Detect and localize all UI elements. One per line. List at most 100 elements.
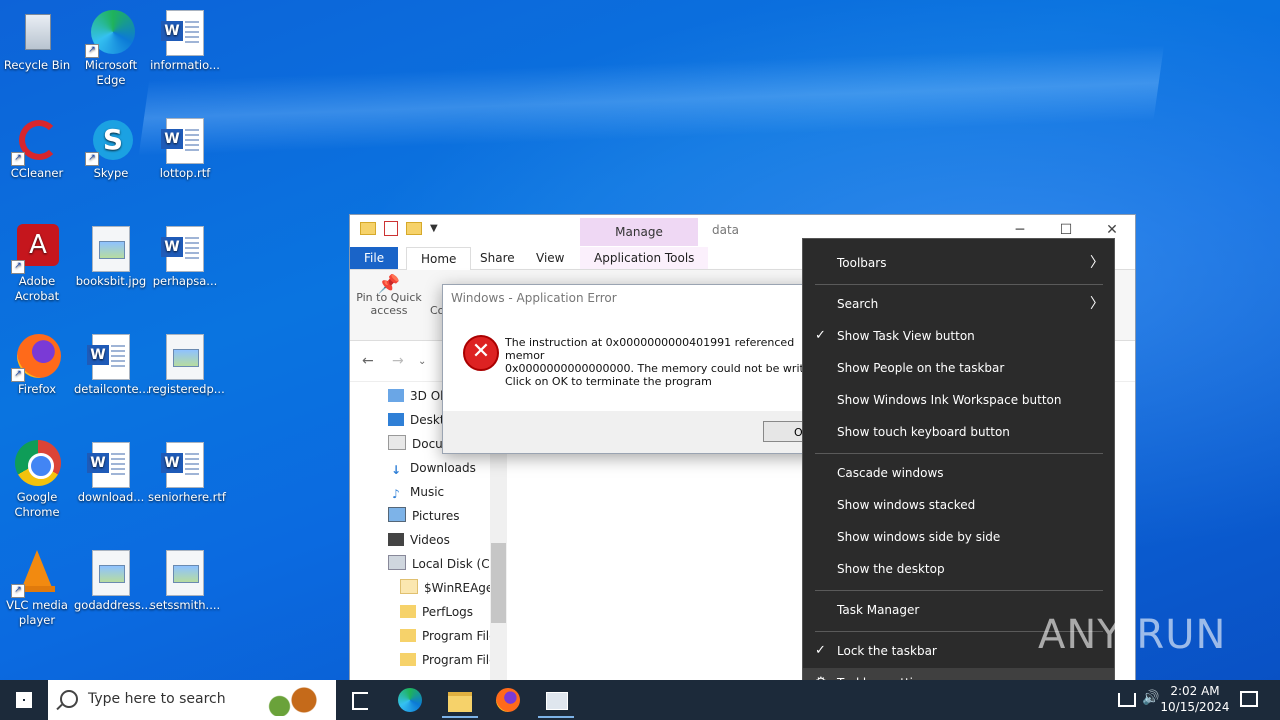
desktop-icon-informatio[interactable]: W informatio... xyxy=(148,8,222,73)
desktop-folder-icon xyxy=(388,413,404,426)
tab-file[interactable]: File xyxy=(350,247,399,269)
word-document-icon: W xyxy=(161,10,204,56)
window-title: data xyxy=(712,223,740,237)
desktop-icon-adobe-acrobat[interactable]: A ↗ Adobe Acrobat xyxy=(0,224,74,304)
start-button[interactable] xyxy=(0,680,48,720)
firefox-taskbar-icon[interactable] xyxy=(496,688,520,712)
menu-item-show-touch-keyboard[interactable]: Show touch keyboard button xyxy=(803,417,1114,447)
menu-item-show-people[interactable]: Show People on the taskbar xyxy=(803,353,1114,383)
taskbar[interactable]: Type here to search 🔊 2:02 AM 10/15/2024 xyxy=(0,680,1280,720)
pin-to-quick-access-button[interactable]: 📌 Pin to Quick access xyxy=(356,276,422,318)
desktop-icon-google-chrome[interactable]: Google Chrome xyxy=(0,440,74,520)
desktop-icon-label: Skype xyxy=(93,166,129,180)
desktop-icon-edge[interactable]: ↗ Microsoft Edge xyxy=(74,8,148,88)
word-document-icon: W xyxy=(161,442,204,488)
desktop-icon-booksbit[interactable]: booksbit.jpg xyxy=(74,224,148,289)
menu-item-show-desktop[interactable]: Show the desktop xyxy=(803,554,1114,584)
tree-item-3d-objects[interactable]: 3D Ob xyxy=(388,385,448,407)
tree-item-perflogs[interactable]: PerfLogs xyxy=(400,601,473,623)
desktop-icon-label: Recycle Bin xyxy=(3,58,71,72)
desktop-icon-label: booksbit.jpg xyxy=(75,274,147,288)
desktop-icon-registeredp[interactable]: registeredp... xyxy=(148,332,225,397)
desktop-icon-recycle-bin[interactable]: Recycle Bin xyxy=(0,8,74,73)
menu-item-label: Show People on the taskbar xyxy=(837,361,1005,375)
tab-home[interactable]: Home xyxy=(406,247,472,270)
tree-item-pictures[interactable]: Pictures xyxy=(388,505,460,527)
network-icon[interactable] xyxy=(1118,693,1136,707)
desktop-icon-seniorhere[interactable]: W seniorhere.rtf xyxy=(148,440,226,505)
tree-item-label: Videos xyxy=(410,533,450,547)
edge-taskbar-icon[interactable] xyxy=(398,688,422,712)
dialog-message-line1: The instruction at 0x0000000000401991 re… xyxy=(505,336,795,362)
notifications-icon[interactable] xyxy=(1240,691,1258,707)
desktop-icon-label: seniorhere.rtf xyxy=(148,490,226,504)
menu-item-windows-side-by-side[interactable]: Show windows side by side xyxy=(803,522,1114,552)
desktop-icon-godaddress[interactable]: godaddress... xyxy=(74,548,152,613)
anyrun-watermark: ANY RUN xyxy=(1038,612,1227,658)
menu-item-search[interactable]: Search 〉 xyxy=(803,289,1114,319)
firefox-icon: ↗ xyxy=(11,332,61,382)
tray-clock[interactable]: 2:02 AM 10/15/2024 xyxy=(1160,683,1230,715)
dialog-instruction: Click on OK to terminate the program xyxy=(505,375,712,388)
documents-icon xyxy=(388,435,406,450)
desktop-icon-setssmith[interactable]: setssmith.... xyxy=(148,548,222,613)
back-arrow-icon[interactable]: ← xyxy=(362,353,374,369)
properties-icon[interactable] xyxy=(384,221,398,236)
3d-objects-icon xyxy=(388,389,404,402)
search-placeholder: Type here to search xyxy=(88,691,226,707)
tree-item-downloads[interactable]: ↓ Downloads xyxy=(388,457,476,479)
tree-item-program-files-x86[interactable]: Program Files xyxy=(400,649,503,671)
desktop-icon-label: detailconte... xyxy=(74,382,150,396)
desktop-icon-perhapsa[interactable]: W perhapsa... xyxy=(148,224,222,289)
desktop-icon-firefox[interactable]: ↗ Firefox xyxy=(0,332,74,397)
desktop-icon-skype[interactable]: S ↗ Skype xyxy=(74,116,148,181)
tree-item-music[interactable]: ♪ Music xyxy=(388,481,444,503)
desktop-icon-ccleaner[interactable]: ↗ CCleaner xyxy=(0,116,74,181)
manage-context-tab[interactable]: Manage xyxy=(580,218,698,246)
application-error-dialog[interactable]: Windows - Application Error ✕ The instru… xyxy=(442,284,844,454)
tree-item-label: PerfLogs xyxy=(422,605,474,619)
menu-item-cascade-windows[interactable]: Cascade windows xyxy=(803,458,1114,488)
tab-share[interactable]: Share xyxy=(466,247,529,269)
menu-separator xyxy=(815,284,1103,285)
menu-item-label: Show windows side by side xyxy=(837,530,1001,544)
desktop-icon-detailconte[interactable]: W detailconte... xyxy=(74,332,150,397)
menu-item-label: Show Windows Ink Workspace button xyxy=(837,393,1062,407)
desktop-icon-label: setssmith.... xyxy=(149,598,221,612)
scrollbar-thumb[interactable] xyxy=(491,543,506,623)
tree-item-local-disk[interactable]: Local Disk (C:) xyxy=(388,553,498,575)
desktop-icon-vlc[interactable]: ↗ VLC media player xyxy=(0,548,74,628)
pin-label: Pin to Quick access xyxy=(356,291,422,317)
ccleaner-icon: ↗ xyxy=(11,116,61,166)
desktop-icon-label: VLC media player xyxy=(6,598,68,627)
chevron-down-icon[interactable]: ▼ xyxy=(430,223,438,234)
menu-item-toolbars[interactable]: Toolbars 〉 xyxy=(803,248,1114,278)
menu-item-show-ink-workspace[interactable]: Show Windows Ink Workspace button xyxy=(803,385,1114,415)
menu-item-show-task-view[interactable]: ✓ Show Task View button xyxy=(803,321,1114,351)
task-view-icon[interactable] xyxy=(348,688,372,712)
tree-item-program-files[interactable]: Program Files xyxy=(400,625,503,647)
volume-icon[interactable]: 🔊 xyxy=(1142,690,1159,706)
new-folder-icon[interactable] xyxy=(406,222,422,235)
menu-separator xyxy=(815,453,1103,454)
forward-arrow-icon[interactable]: → xyxy=(392,353,404,369)
file-explorer-taskbar-icon[interactable] xyxy=(442,688,478,718)
folder-icon xyxy=(400,653,416,666)
tab-application-tools[interactable]: Application Tools xyxy=(580,247,709,269)
desktop-icon-download[interactable]: W download... xyxy=(74,440,148,505)
folder-icon xyxy=(400,579,418,594)
recent-locations-chevron-icon[interactable]: ⌄ xyxy=(418,356,426,367)
tree-item-label: Downloads xyxy=(410,461,476,475)
tree-item-label: Pictures xyxy=(412,509,460,523)
taskbar-search-box[interactable]: Type here to search xyxy=(48,680,336,720)
desktop-icon-label: Firefox xyxy=(17,382,57,396)
menu-item-windows-stacked[interactable]: Show windows stacked xyxy=(803,490,1114,520)
error-icon: ✕ xyxy=(463,335,499,371)
menu-item-label: Show touch keyboard button xyxy=(837,425,1010,439)
tab-view[interactable]: View xyxy=(522,247,578,269)
tree-item-label: Local Disk (C:) xyxy=(412,557,499,571)
tree-item-videos[interactable]: Videos xyxy=(388,529,450,551)
error-dialog-taskbar-icon[interactable] xyxy=(538,688,574,718)
image-file-icon xyxy=(166,550,204,596)
desktop-icon-lottop[interactable]: W lottop.rtf xyxy=(148,116,222,181)
